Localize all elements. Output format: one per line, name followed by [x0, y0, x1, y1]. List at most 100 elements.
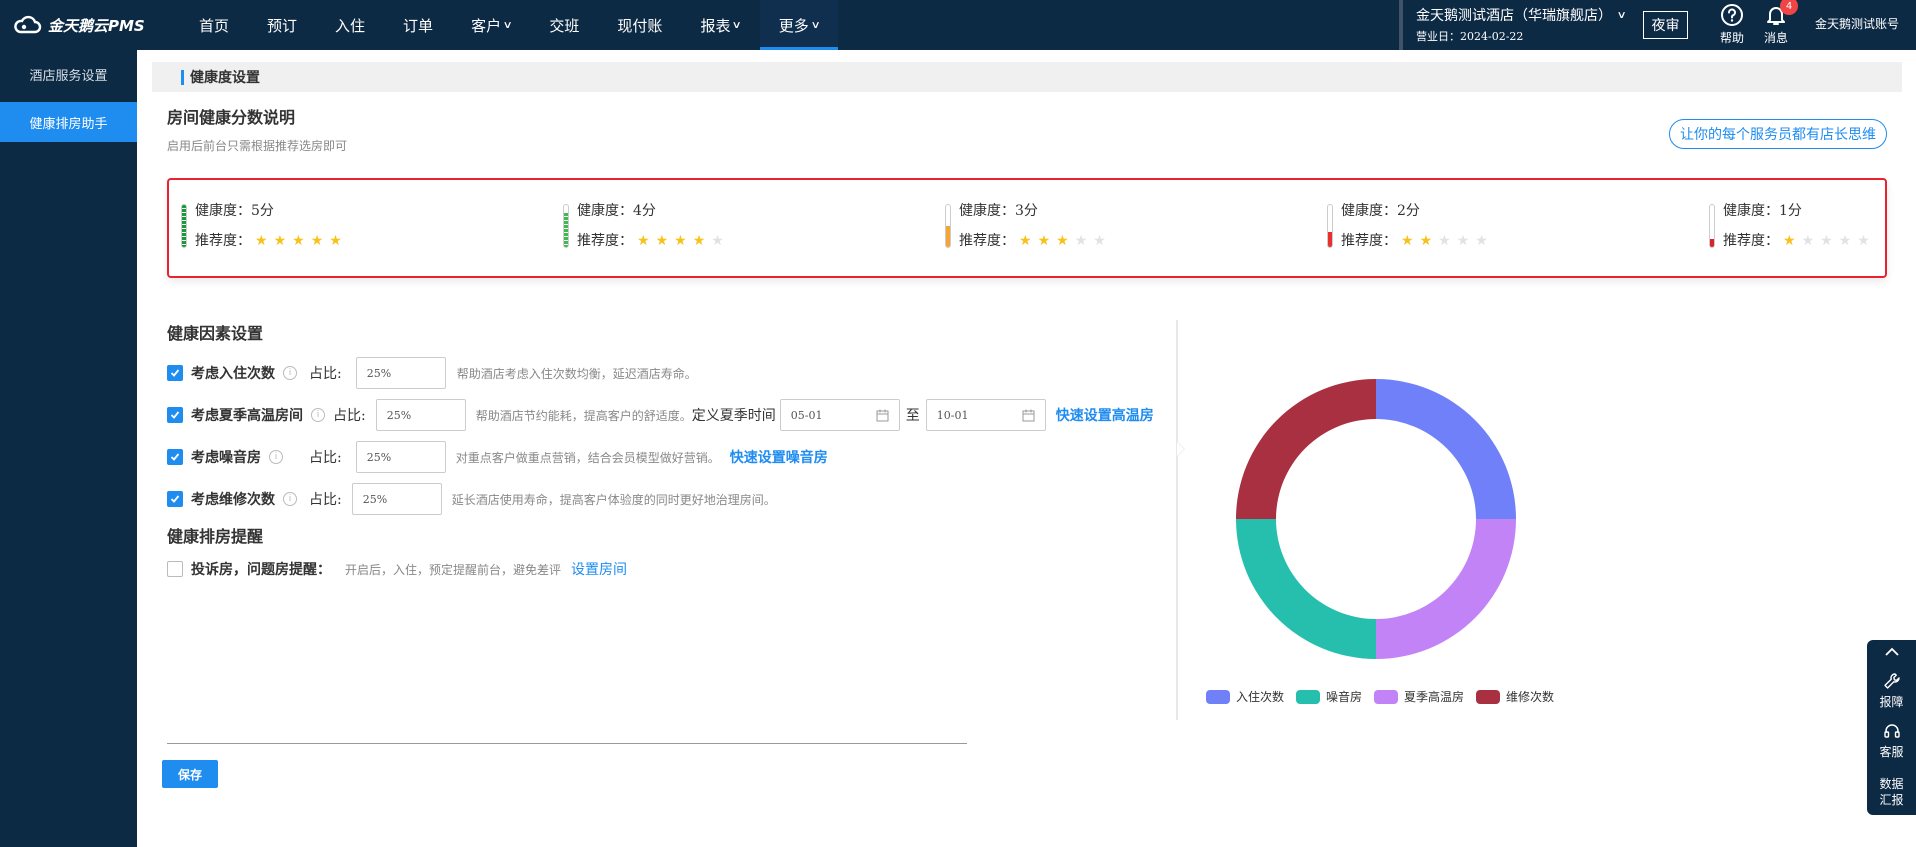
chart-area	[1200, 360, 1560, 720]
data-report-button[interactable]: 数据 汇报	[1867, 776, 1916, 808]
help-button[interactable]: 帮助	[1720, 3, 1744, 46]
hotel-switcher[interactable]: 金天鹅测试酒店（华瑞旗舰店） ∨ 营业日：2024-02-22	[1416, 5, 1627, 44]
star-icon: ★	[1783, 233, 1796, 249]
cloud-logo-icon	[14, 15, 42, 34]
legend-swatch	[1296, 689, 1321, 704]
checkbox-checkins[interactable]	[167, 365, 183, 381]
factor-hint: 对重点客户做重点营销，结合会员模型做好营销。	[455, 450, 720, 465]
star-rating: ★ ★ ★ ★ ★	[637, 234, 724, 248]
factor-row-noise: 考虑噪音房 i 占比: 25% 对重点客户做重点营销，结合会员模型做好营销。 快…	[167, 441, 828, 473]
star-icon: ★	[329, 233, 342, 249]
date-range-separator: 至	[905, 408, 920, 424]
info-icon[interactable]: i	[269, 450, 283, 464]
section-header: 健康度设置	[152, 62, 1902, 92]
factors-title: 健康因素设置	[167, 324, 264, 343]
star-icon: ★	[1019, 233, 1032, 249]
ratio-label: 占比:	[309, 492, 342, 508]
chevron-down-icon: ∨	[502, 19, 513, 31]
ratio-input-checkins[interactable]: 25%	[355, 357, 446, 389]
checkbox-complaint-reminder[interactable]	[167, 561, 183, 577]
wrench-icon	[1883, 673, 1900, 689]
star-rating: ★ ★ ★ ★ ★	[1019, 234, 1106, 248]
scroll-top-button[interactable]	[1867, 646, 1916, 661]
vertical-divider	[1176, 320, 1178, 720]
star-rating: ★ ★ ★ ★ ★	[1783, 234, 1870, 248]
legend-item[interactable]: 噪音房	[1296, 688, 1362, 705]
donut-chart	[1236, 379, 1516, 659]
score-title: 房间健康分数说明	[167, 108, 296, 127]
legend-item[interactable]: 维修次数	[1476, 688, 1554, 705]
set-rooms-link[interactable]: 设置房间	[571, 559, 627, 579]
star-icon: ★	[1037, 233, 1051, 249]
star-icon: ★	[1857, 233, 1870, 249]
health-meter-fill	[1328, 232, 1332, 247]
health-meter-fill	[946, 226, 950, 247]
chart-legend: 入住次数 噪音房 夏季高温房 维修次数	[1206, 688, 1554, 705]
nav-item-label: 预订	[267, 16, 298, 35]
customer-service-label: 客服	[1879, 745, 1904, 759]
summer-start-date[interactable]: 05-01	[779, 399, 900, 431]
quick-set-hot-rooms-link[interactable]: 快速设置高温房	[1056, 405, 1154, 425]
checkbox-summer[interactable]	[167, 407, 183, 423]
nav-item[interactable]: 交班	[530, 0, 598, 50]
nav-item[interactable]: 现付账	[598, 0, 681, 50]
nav-item[interactable]: 客户 ∨	[452, 0, 530, 50]
data-report-label-1: 数据	[1879, 777, 1904, 791]
reminder-title: 健康排房提醒	[167, 527, 264, 546]
nav-item[interactable]: 预订	[248, 0, 316, 50]
info-icon[interactable]: i	[283, 492, 297, 506]
legend-label: 维修次数	[1506, 690, 1555, 704]
manager-mindset-button[interactable]: 让你的每个服务员都有店长思维	[1669, 119, 1887, 149]
messages-button[interactable]: 4 消息	[1764, 0, 1798, 46]
save-button[interactable]: 保存	[162, 760, 218, 788]
night-audit-button[interactable]: 夜审	[1643, 11, 1688, 39]
star-icon: ★	[1419, 233, 1433, 249]
divider-notch-inner	[1177, 442, 1184, 456]
help-label: 帮助	[1720, 31, 1745, 45]
nav-item[interactable]: 更多 ∨	[759, 0, 839, 50]
checkbox-repairs[interactable]	[167, 491, 183, 507]
recommend-label: 推荐度：	[1341, 233, 1397, 249]
legend-item[interactable]: 入住次数	[1206, 688, 1284, 705]
nav-item[interactable]: 入住	[316, 0, 384, 50]
ratio-label: 占比:	[309, 450, 342, 466]
donut-slice[interactable]	[1376, 519, 1516, 659]
top-bar: 金天鹅云PMS 首页 预订 入住 订单 客户 ∨ 交班 现付账 报表 ∨ 更多 ∨ 金天鹅测试酒店（华…	[0, 0, 1916, 50]
ratio-input-repairs[interactable]: 25%	[351, 483, 442, 515]
nav-item[interactable]: 订单	[384, 0, 452, 50]
donut-slice[interactable]	[1236, 519, 1376, 659]
star-icon: ★	[692, 233, 706, 249]
ratio-input-noise[interactable]: 25%	[355, 441, 446, 473]
customer-service-button[interactable]: 客服	[1867, 722, 1916, 760]
info-icon[interactable]: i	[283, 366, 297, 380]
nav-item[interactable]: 报表 ∨	[681, 0, 759, 50]
summer-end-date[interactable]: 10-01	[925, 399, 1046, 431]
reminder-row: 投诉房，问题房提醒： 开启后，入住，预定提醒前台，避免差评 设置房间	[167, 553, 627, 585]
donut-slice[interactable]	[1376, 379, 1516, 519]
reminder-label: 投诉房，问题房提醒：	[191, 562, 331, 578]
app-logo[interactable]: 金天鹅云PMS	[12, 12, 145, 38]
legend-item[interactable]: 夏季高温房	[1374, 688, 1464, 705]
checkbox-noise[interactable]	[167, 449, 183, 465]
nav-item-label: 交班	[549, 16, 580, 35]
star-rating: ★ ★ ★ ★ ★	[255, 234, 342, 248]
ratio-input-summer[interactable]: 25%	[375, 399, 466, 431]
topbar-divider	[1399, 0, 1403, 50]
donut-slice[interactable]	[1236, 379, 1376, 519]
sidebar-item[interactable]: 酒店服务设置	[0, 54, 137, 94]
factor-label: 考虑噪音房	[191, 450, 261, 466]
account-menu[interactable]: 金天鹅测试账号	[1815, 15, 1899, 32]
quick-set-noise-rooms-link[interactable]: 快速设置噪音房	[730, 447, 828, 467]
info-icon[interactable]: i	[311, 408, 325, 422]
health-score-label: 健康度：4分	[577, 203, 656, 219]
star-icon: ★	[637, 233, 650, 249]
report-issue-button[interactable]: 报障	[1867, 672, 1916, 710]
nav-item[interactable]: 首页	[180, 0, 248, 50]
legend-label: 夏季高温房	[1404, 690, 1465, 704]
factor-row-checkins: 考虑入住次数 i 占比: 25% 帮助酒店考虑入住次数均衡，延迟酒店寿命。	[167, 357, 697, 389]
message-count-badge: 4	[1780, 0, 1798, 15]
health-score-label: 健康度：2分	[1341, 203, 1420, 219]
nav-item-label: 报表	[700, 16, 731, 35]
sidebar-item[interactable]: 健康排房助手	[0, 102, 137, 142]
recommend-row: 推荐度： ★ ★ ★ ★ ★	[195, 230, 342, 250]
